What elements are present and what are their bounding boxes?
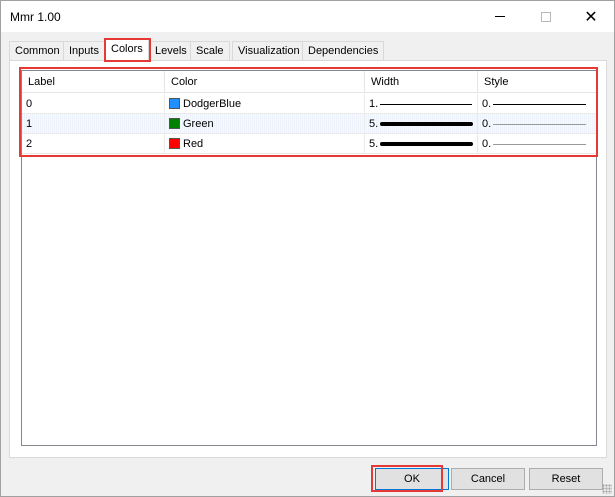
tab-levels[interactable]: Levels	[149, 41, 193, 61]
table-row[interactable]: 1 Green 5. 0.	[22, 114, 596, 134]
color-name: DodgerBlue	[183, 98, 242, 110]
minimize-icon	[495, 16, 505, 17]
resize-grip-icon[interactable]	[602, 484, 612, 494]
color-cell[interactable]: Green	[165, 114, 365, 134]
color-cell[interactable]: Red	[165, 134, 365, 154]
color-name: Red	[183, 138, 204, 150]
width-cell[interactable]: 5.	[365, 134, 478, 154]
width-value: 5.	[369, 118, 379, 130]
column-header-style[interactable]: Style	[478, 71, 596, 93]
style-cell[interactable]: 0.	[478, 94, 596, 114]
table-row[interactable]: 2 Red 5. 0.	[22, 134, 596, 154]
label-cell: 0	[22, 94, 165, 114]
style-line-preview	[493, 104, 586, 105]
minimize-button[interactable]	[477, 1, 523, 32]
color-swatch	[169, 98, 180, 109]
maximize-icon	[541, 11, 551, 22]
cancel-button[interactable]: Cancel	[451, 468, 525, 490]
table-row[interactable]: 0 DodgerBlue 1. 0.	[22, 94, 596, 114]
width-line-preview	[380, 122, 473, 126]
style-value: 0.	[482, 98, 492, 110]
tab-panel: Label Color Width Style 0 DodgerBlue 1. …	[9, 60, 607, 458]
tab-strip: Common Inputs Colors Levels Scale Visual…	[9, 38, 607, 62]
width-value: 1.	[369, 98, 379, 110]
color-swatch	[169, 138, 180, 149]
width-cell[interactable]: 5.	[365, 114, 478, 134]
tab-inputs[interactable]: Inputs	[63, 41, 105, 61]
style-value: 0.	[482, 138, 492, 150]
window-title: Mmr 1.00	[10, 10, 61, 24]
width-value: 5.	[369, 138, 379, 150]
tab-common[interactable]: Common	[9, 41, 66, 61]
label-cell: 1	[22, 114, 165, 134]
style-cell[interactable]: 0.	[478, 134, 596, 154]
dialog-window: Mmr 1.00 ✕ Common Inputs Colors Levels S…	[0, 0, 615, 497]
tab-scale[interactable]: Scale	[190, 41, 230, 61]
maximize-button[interactable]	[523, 1, 569, 32]
style-cell[interactable]: 0.	[478, 114, 596, 134]
color-name: Green	[183, 118, 214, 130]
tab-dependencies[interactable]: Dependencies	[302, 41, 385, 61]
color-cell[interactable]: DodgerBlue	[165, 94, 365, 114]
label-cell: 2	[22, 134, 165, 154]
ok-button[interactable]: OK	[375, 468, 449, 490]
column-header-width[interactable]: Width	[365, 71, 478, 93]
style-line-preview	[493, 144, 586, 145]
width-cell[interactable]: 1.	[365, 94, 478, 114]
style-value: 0.	[482, 118, 492, 130]
colors-table[interactable]: Label Color Width Style 0 DodgerBlue 1. …	[21, 70, 597, 446]
title-bar[interactable]: Mmr 1.00 ✕	[1, 1, 614, 32]
column-header-label[interactable]: Label	[22, 71, 165, 93]
table-header: Label Color Width Style	[22, 71, 596, 93]
tab-visualization[interactable]: Visualization	[232, 41, 306, 61]
reset-button[interactable]: Reset	[529, 468, 603, 490]
close-icon: ✕	[584, 6, 598, 26]
style-line-preview	[493, 124, 586, 125]
color-swatch	[169, 118, 180, 129]
tab-colors[interactable]: Colors	[105, 39, 149, 62]
column-header-color[interactable]: Color	[165, 71, 365, 93]
width-line-preview	[380, 104, 472, 105]
width-line-preview	[380, 142, 473, 146]
close-button[interactable]: ✕	[568, 1, 614, 32]
